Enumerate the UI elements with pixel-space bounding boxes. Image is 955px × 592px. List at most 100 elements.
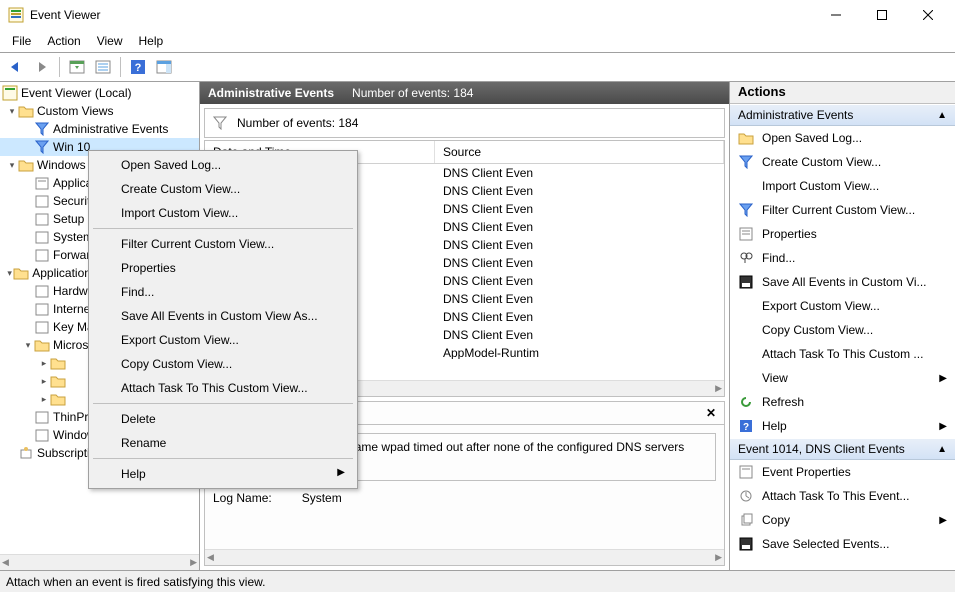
back-button[interactable] xyxy=(4,55,28,79)
filter-icon xyxy=(213,116,227,130)
context-menu-item[interactable]: Delete xyxy=(91,407,355,431)
cell-source: DNS Client Even xyxy=(435,238,724,252)
folder-icon xyxy=(34,337,50,353)
titlebar: Event Viewer xyxy=(0,0,955,30)
toolbar: ? xyxy=(0,52,955,82)
context-menu-item[interactable]: Attach Task To This Custom View... xyxy=(91,376,355,400)
window-title: Event Viewer xyxy=(30,8,813,22)
action-label: Import Custom View... xyxy=(762,179,879,193)
expand-icon[interactable] xyxy=(6,106,18,117)
action-evattach[interactable]: Attach Task To This Event... xyxy=(730,484,955,508)
actions-section-2[interactable]: Event 1014, DNS Client Events ▲ xyxy=(730,438,955,460)
import-icon xyxy=(738,178,754,194)
context-menu-item[interactable]: Rename xyxy=(91,431,355,455)
properties-button[interactable] xyxy=(91,55,115,79)
menubar: File Action View Help xyxy=(0,30,955,52)
context-menu-item[interactable]: Open Saved Log... xyxy=(91,153,355,177)
action-saveall[interactable]: Save All Events in Custom Vi... xyxy=(730,270,955,294)
filter-icon xyxy=(738,202,754,218)
log-icon xyxy=(34,247,50,263)
cell-source: DNS Client Even xyxy=(435,184,724,198)
action-evcopy[interactable]: Copy▶ xyxy=(730,508,955,532)
tree-custom-views[interactable]: Custom Views xyxy=(0,102,199,120)
action-label: Create Custom View... xyxy=(762,155,881,169)
statusbar: Attach when an event is fired satisfying… xyxy=(0,570,955,592)
detail-close-button[interactable]: ✕ xyxy=(698,402,724,424)
view-icon xyxy=(738,370,754,386)
menu-action[interactable]: Action xyxy=(39,32,88,50)
tree-hscrollbar[interactable]: ◀▶ xyxy=(0,554,199,570)
action-create[interactable]: Create Custom View... xyxy=(730,150,955,174)
context-menu-item[interactable]: Copy Custom View... xyxy=(91,352,355,376)
minimize-button[interactable] xyxy=(813,0,859,30)
action-label: Refresh xyxy=(762,395,804,409)
menu-help[interactable]: Help xyxy=(131,32,172,50)
expand-icon[interactable] xyxy=(38,376,50,387)
action-open[interactable]: Open Saved Log... xyxy=(730,126,955,150)
action-label: Attach Task To This Custom ... xyxy=(762,347,923,361)
context-menu-item[interactable]: Help▶ xyxy=(91,462,355,486)
cell-source: DNS Client Even xyxy=(435,274,724,288)
context-menu-item[interactable]: Export Custom View... xyxy=(91,328,355,352)
context-menu-item[interactable]: Properties xyxy=(91,256,355,280)
action-import[interactable]: Import Custom View... xyxy=(730,174,955,198)
col-source[interactable]: Source xyxy=(435,141,724,163)
actions-section-1[interactable]: Administrative Events ▲ xyxy=(730,104,955,126)
log-icon xyxy=(34,427,50,443)
eventviewer-icon xyxy=(2,85,18,101)
action-view[interactable]: View▶ xyxy=(730,366,955,390)
action-label: Attach Task To This Event... xyxy=(762,489,909,503)
menu-file[interactable]: File xyxy=(4,32,39,50)
help-icon: ? xyxy=(738,418,754,434)
context-menu-item[interactable]: Create Custom View... xyxy=(91,177,355,201)
action-evprops[interactable]: Event Properties xyxy=(730,460,955,484)
expand-icon[interactable] xyxy=(6,160,18,171)
action-refresh[interactable]: Refresh xyxy=(730,390,955,414)
center-header-count: Number of events: 184 xyxy=(352,86,473,100)
action-filter[interactable]: Filter Current Custom View... xyxy=(730,198,955,222)
center-filter-bar: Number of events: 184 xyxy=(204,108,725,138)
folder-icon xyxy=(50,355,66,371)
context-menu-item[interactable]: Filter Current Custom View... xyxy=(91,232,355,256)
tree-label: Win 10 xyxy=(53,140,90,154)
chevron-right-icon: ▶ xyxy=(337,467,345,478)
action-label: Export Custom View... xyxy=(762,299,880,313)
forward-button[interactable] xyxy=(30,55,54,79)
action-attach[interactable]: Attach Task To This Custom ... xyxy=(730,342,955,366)
action-export[interactable]: Export Custom View... xyxy=(730,294,955,318)
action-copy[interactable]: Copy Custom View... xyxy=(730,318,955,342)
tree-label: Administrative Events xyxy=(53,122,168,136)
expand-icon[interactable] xyxy=(6,268,13,279)
cell-source: DNS Client Even xyxy=(435,328,724,342)
folder-icon xyxy=(13,265,29,281)
tree-label: System xyxy=(53,230,93,244)
expand-icon[interactable] xyxy=(38,394,50,405)
detail-hscrollbar[interactable]: ◀▶ xyxy=(205,549,724,565)
context-menu[interactable]: Open Saved Log...Create Custom View...Im… xyxy=(88,150,358,489)
log-icon xyxy=(34,175,50,191)
action-pane-button[interactable] xyxy=(152,55,176,79)
log-icon xyxy=(34,193,50,209)
tree-admin-events[interactable]: Administrative Events xyxy=(0,120,199,138)
menu-view[interactable]: View xyxy=(89,32,131,50)
tree-root[interactable]: Event Viewer (Local) xyxy=(0,84,199,102)
expand-icon[interactable] xyxy=(22,340,34,351)
collapse-icon: ▲ xyxy=(937,110,947,121)
action-evsave[interactable]: Save Selected Events... xyxy=(730,532,955,556)
menu-separator xyxy=(93,228,353,229)
close-button[interactable] xyxy=(905,0,951,30)
evprops-icon xyxy=(738,464,754,480)
context-menu-item[interactable]: Save All Events in Custom View As... xyxy=(91,304,355,328)
action-help[interactable]: ?Help▶ xyxy=(730,414,955,438)
show-hide-tree-button[interactable] xyxy=(65,55,89,79)
expand-icon[interactable] xyxy=(38,358,50,369)
context-menu-item[interactable]: Find... xyxy=(91,280,355,304)
help-button[interactable]: ? xyxy=(126,55,150,79)
context-menu-item[interactable]: Import Custom View... xyxy=(91,201,355,225)
cell-source: DNS Client Even xyxy=(435,202,724,216)
action-find[interactable]: Find... xyxy=(730,246,955,270)
maximize-button[interactable] xyxy=(859,0,905,30)
action-label: View xyxy=(762,371,788,385)
app-icon xyxy=(8,7,24,23)
action-props[interactable]: Properties xyxy=(730,222,955,246)
